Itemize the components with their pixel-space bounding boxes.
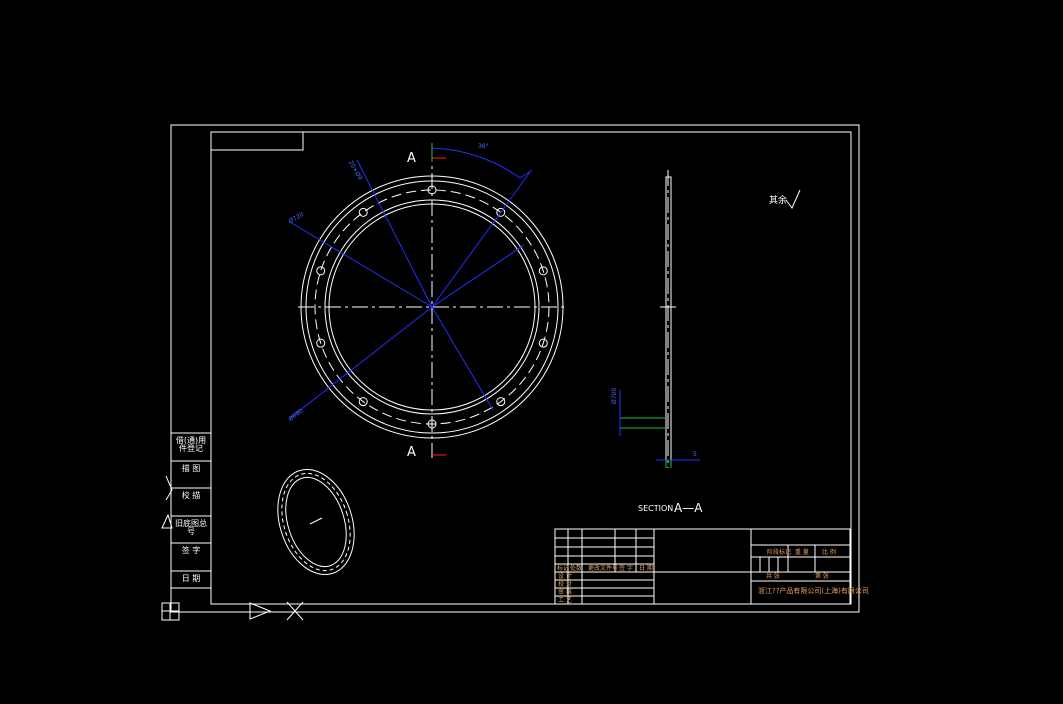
section-label: A—A bbox=[674, 501, 703, 515]
tb-right-top-1: 重 量 bbox=[795, 549, 809, 556]
dim-angle: 36° bbox=[478, 143, 489, 150]
drawing-number-box bbox=[210, 131, 304, 151]
tb-header-2: 更改文件号 bbox=[588, 565, 619, 572]
section-title: SECTION bbox=[638, 504, 674, 513]
tb-left-row-3: 工 艺 bbox=[558, 597, 572, 604]
tb-right-top-2: 比 例 bbox=[822, 549, 836, 556]
bolt-hole bbox=[358, 207, 368, 217]
side-row-1: 描 图 bbox=[181, 464, 201, 473]
tb-left-row-1: 校 对 bbox=[558, 581, 572, 588]
inner-border bbox=[210, 131, 852, 605]
side-row-3: 旧底图总号 bbox=[175, 519, 207, 536]
dimension-lines bbox=[289, 147, 533, 419]
section-view bbox=[619, 170, 700, 468]
surface-finish-icon bbox=[785, 189, 801, 209]
tb-header-1: 处数 bbox=[570, 565, 583, 572]
tb-right-mid-0: 共 张 bbox=[766, 573, 780, 580]
tb-header-3: 签 字 bbox=[619, 565, 633, 572]
tb-right-mid-1: 第 张 bbox=[815, 573, 829, 580]
side-row-4: 签 字 bbox=[181, 546, 201, 555]
side-row-5: 日 期 bbox=[181, 574, 201, 583]
detail-ellipse bbox=[277, 468, 355, 576]
dim-side-height: Ø700 bbox=[611, 387, 618, 404]
tb-header-0: 标记 bbox=[557, 565, 570, 572]
surface-finish-note: 其余 bbox=[769, 196, 788, 206]
dim-thickness: 5 bbox=[693, 451, 697, 458]
drawing-canvas[interactable] bbox=[0, 0, 1063, 704]
tb-left-row-2: 审 核 bbox=[558, 589, 572, 596]
section-marker-top: A bbox=[407, 151, 416, 166]
tb-company: 浙江??产品有限公司(上海)有限公司 bbox=[758, 587, 869, 595]
section-marker-bottom: A bbox=[407, 445, 416, 460]
side-row-2: 校 描 bbox=[181, 491, 201, 500]
bolt-hole bbox=[316, 266, 326, 276]
tb-header-4: 日 期 bbox=[639, 565, 653, 572]
tb-left-row-0: 设 计 bbox=[558, 573, 572, 580]
tb-right-top-0: 阶段标记 bbox=[767, 549, 792, 556]
side-row-0: 借(通)用件登记 bbox=[175, 436, 207, 453]
flange-front-view bbox=[289, 143, 566, 458]
